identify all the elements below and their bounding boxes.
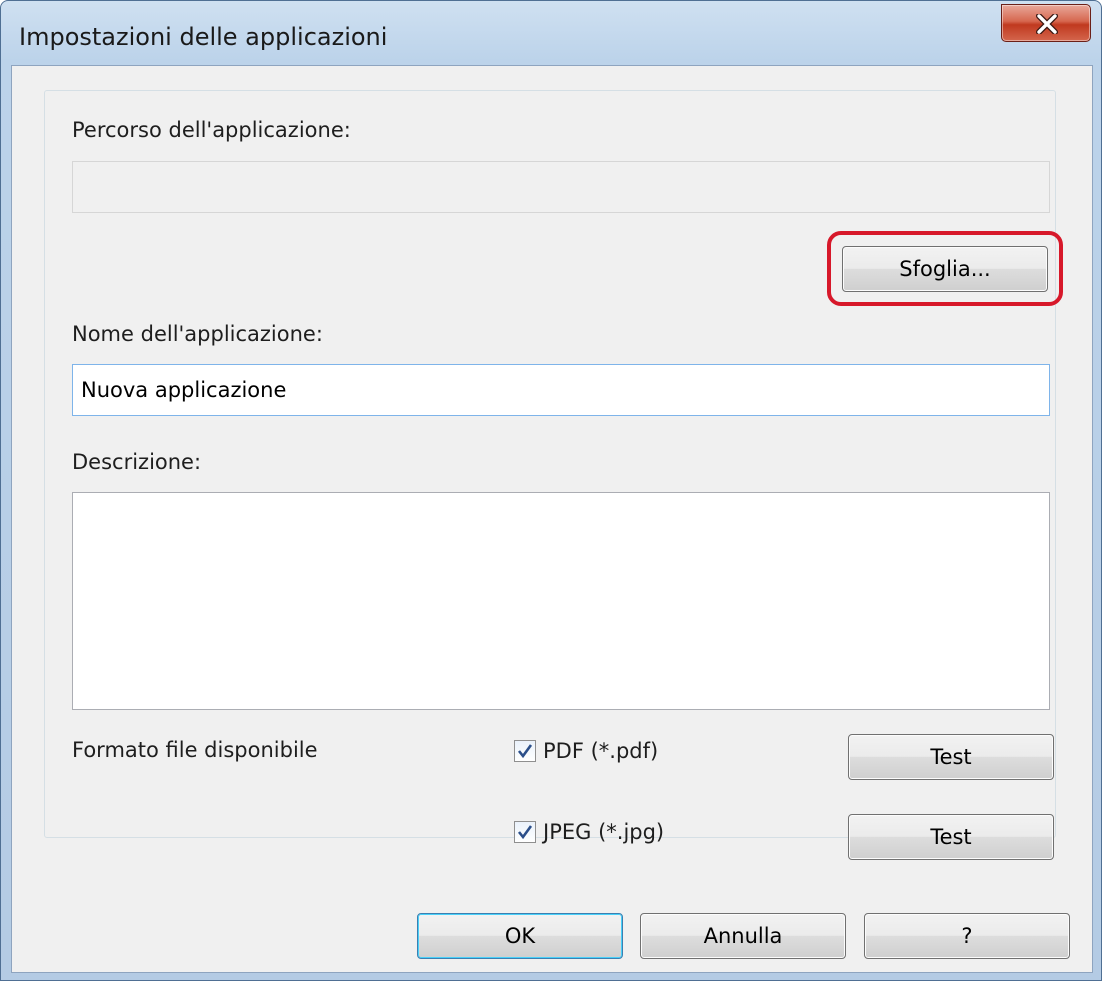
window-title: Impostazioni delle applicazioni [19,23,388,51]
dialog-body: Percorso dell'applicazione: Sfoglia... N… [11,65,1093,973]
path-field [72,161,1050,213]
checkmark-icon [517,744,533,759]
test-jpeg-button[interactable]: Test [848,814,1054,860]
checkmark-icon [517,825,533,840]
test-pdf-button[interactable]: Test [848,734,1054,780]
browse-button[interactable]: Sfoglia... [842,246,1048,292]
description-textarea[interactable] [72,492,1050,710]
description-label: Descrizione: [72,450,202,474]
formats-label: Formato file disponibile [72,738,318,762]
jpeg-checkbox[interactable] [514,821,536,843]
pdf-checkbox[interactable] [514,740,536,762]
help-button[interactable]: ? [864,913,1070,959]
jpeg-format-option[interactable]: JPEG (*.jpg) [514,820,664,844]
close-button[interactable] [1001,4,1091,42]
ok-button[interactable]: OK [417,913,623,959]
close-x-icon [1036,14,1058,34]
cancel-button[interactable]: Annulla [640,913,846,959]
jpeg-checkbox-label: JPEG (*.jpg) [543,820,665,844]
dialog-window: Impostazioni delle applicazioni Percorso… [0,0,1102,981]
path-label: Percorso dell'applicazione: [72,118,351,142]
pdf-format-option[interactable]: PDF (*.pdf) [514,739,658,763]
pdf-checkbox-label: PDF (*.pdf) [543,739,659,763]
name-label: Nome dell'applicazione: [72,322,323,346]
application-name-input[interactable] [72,364,1050,416]
